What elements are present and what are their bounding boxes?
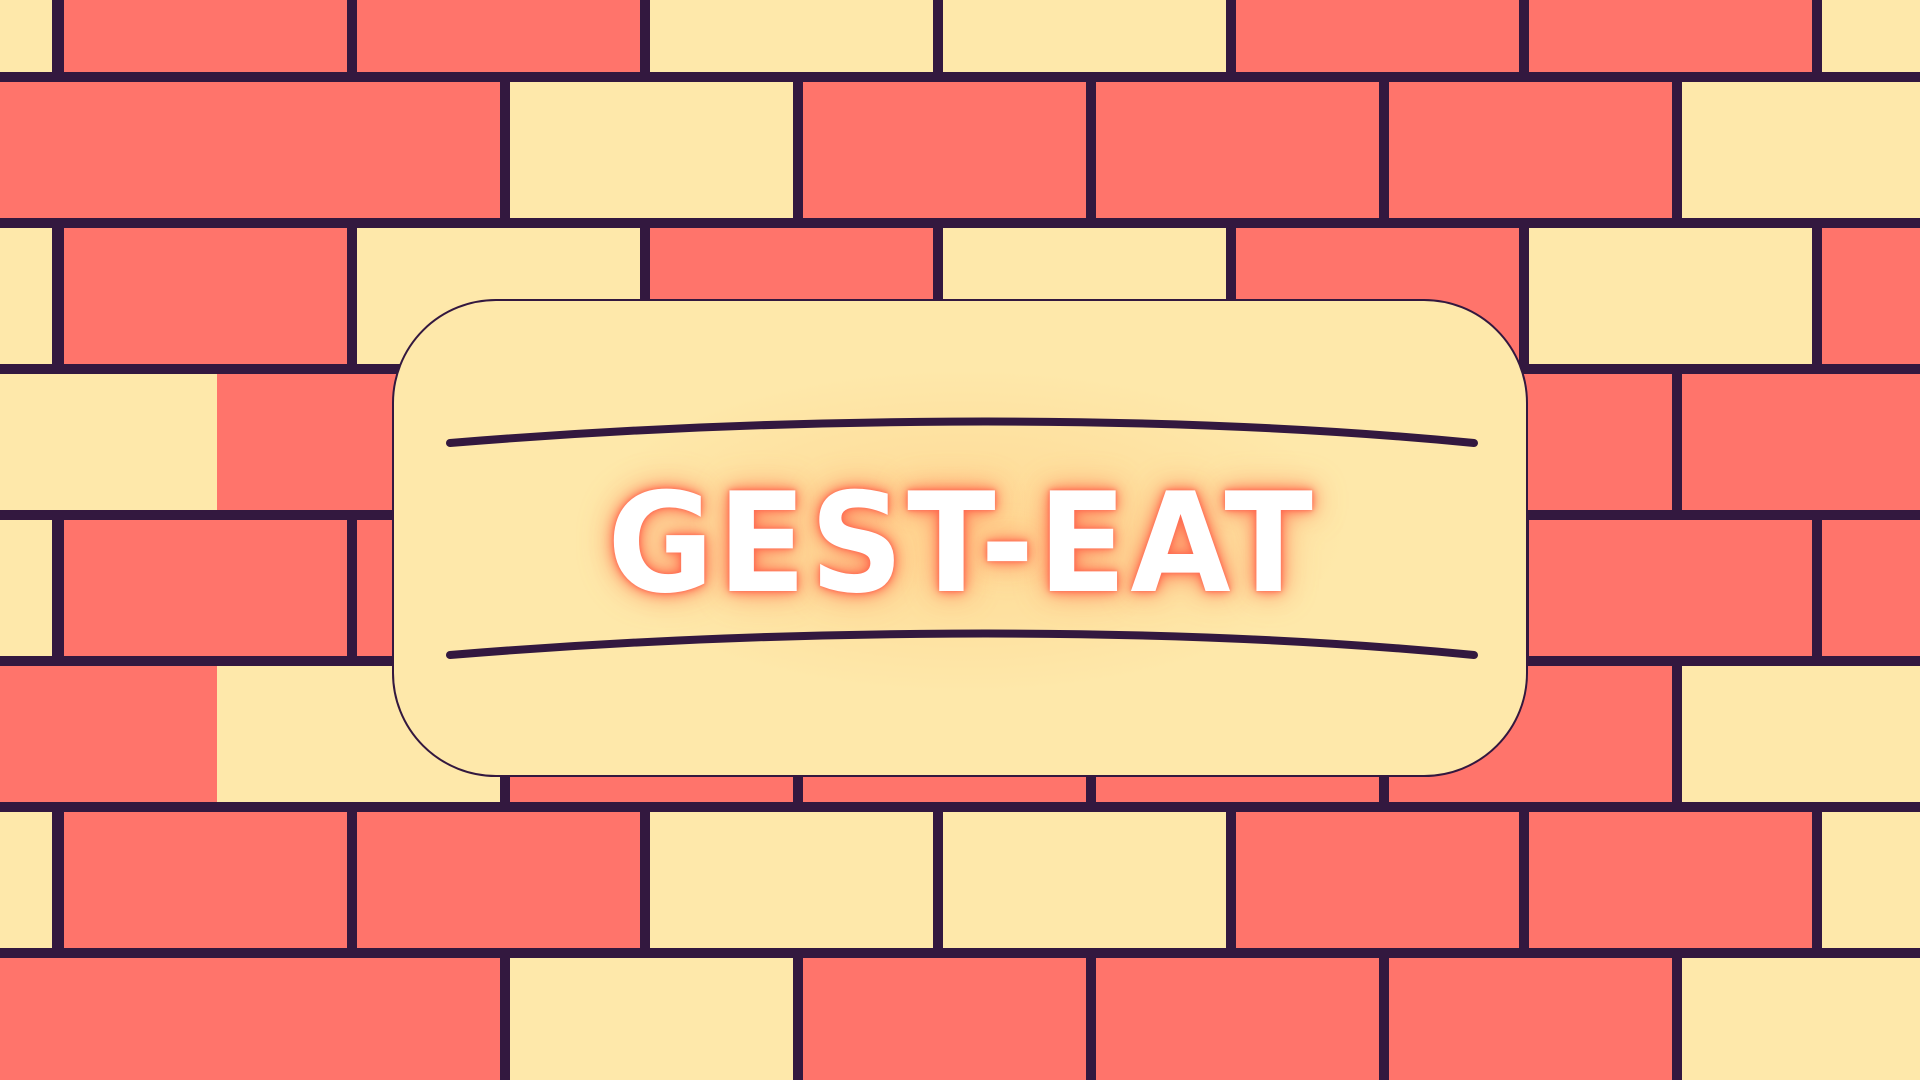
brick	[357, 0, 640, 72]
brick	[1236, 0, 1519, 72]
brick	[1529, 812, 1812, 948]
brick	[1236, 812, 1519, 948]
brick	[650, 812, 933, 948]
brick	[1389, 958, 1672, 1080]
brick	[943, 812, 1226, 948]
brick	[1682, 666, 1920, 802]
title-bottom-curve	[446, 629, 1478, 659]
brick	[0, 812, 52, 948]
brick	[64, 0, 347, 72]
brick	[510, 958, 793, 1080]
brick	[1822, 228, 1920, 364]
game-title: GEST-EAT	[607, 463, 1317, 624]
brick	[650, 0, 933, 72]
brick	[1529, 520, 1812, 656]
brick	[0, 520, 52, 656]
brick	[357, 812, 640, 948]
brick	[1389, 82, 1672, 218]
brick	[1822, 0, 1920, 72]
brick	[64, 228, 347, 364]
brick	[1529, 228, 1812, 364]
brick	[1096, 958, 1379, 1080]
brick	[64, 812, 347, 948]
brick	[1822, 812, 1920, 948]
title-top-curve	[446, 417, 1478, 447]
brick	[1682, 958, 1920, 1080]
brick	[803, 958, 1086, 1080]
brick	[217, 82, 500, 218]
brick	[64, 520, 347, 656]
brick	[1096, 82, 1379, 218]
title-card: GEST-EAT	[392, 299, 1528, 777]
brick	[0, 228, 52, 364]
title-bottom-rule	[446, 629, 1478, 659]
brick	[943, 0, 1226, 72]
brick	[0, 0, 52, 72]
brick	[1822, 520, 1920, 656]
brick	[1529, 0, 1812, 72]
brick	[1682, 374, 1920, 510]
brick	[217, 958, 500, 1080]
title-screen: GEST-EAT	[0, 0, 1920, 1080]
brick	[803, 82, 1086, 218]
brick	[510, 82, 793, 218]
brick	[1682, 82, 1920, 218]
